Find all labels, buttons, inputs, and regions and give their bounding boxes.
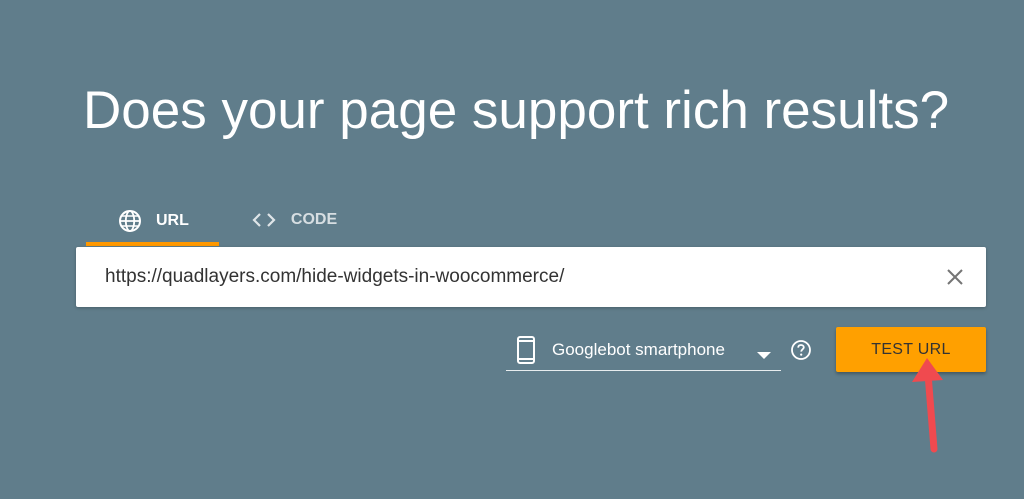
url-input-container xyxy=(76,247,986,307)
url-input[interactable] xyxy=(105,247,925,307)
user-agent-selected-label: Googlebot smartphone xyxy=(552,340,725,359)
input-mode-tabs: URL CODE xyxy=(86,196,367,246)
annotation-arrow-icon xyxy=(905,356,950,461)
clear-icon[interactable] xyxy=(944,266,966,288)
tab-url-label: URL xyxy=(156,211,189,229)
dropdown-arrow-icon xyxy=(757,347,771,365)
tab-code-label: CODE xyxy=(290,210,338,228)
user-agent-select[interactable]: Googlebot smartphone xyxy=(506,327,781,371)
help-icon[interactable] xyxy=(790,339,812,366)
tab-code[interactable]: CODE xyxy=(219,196,367,243)
globe-icon xyxy=(118,209,142,233)
page-headline: Does your page support rich results? xyxy=(83,81,950,140)
tab-url[interactable]: URL xyxy=(86,196,219,246)
smartphone-icon xyxy=(516,336,536,369)
code-brackets-icon xyxy=(251,210,277,230)
